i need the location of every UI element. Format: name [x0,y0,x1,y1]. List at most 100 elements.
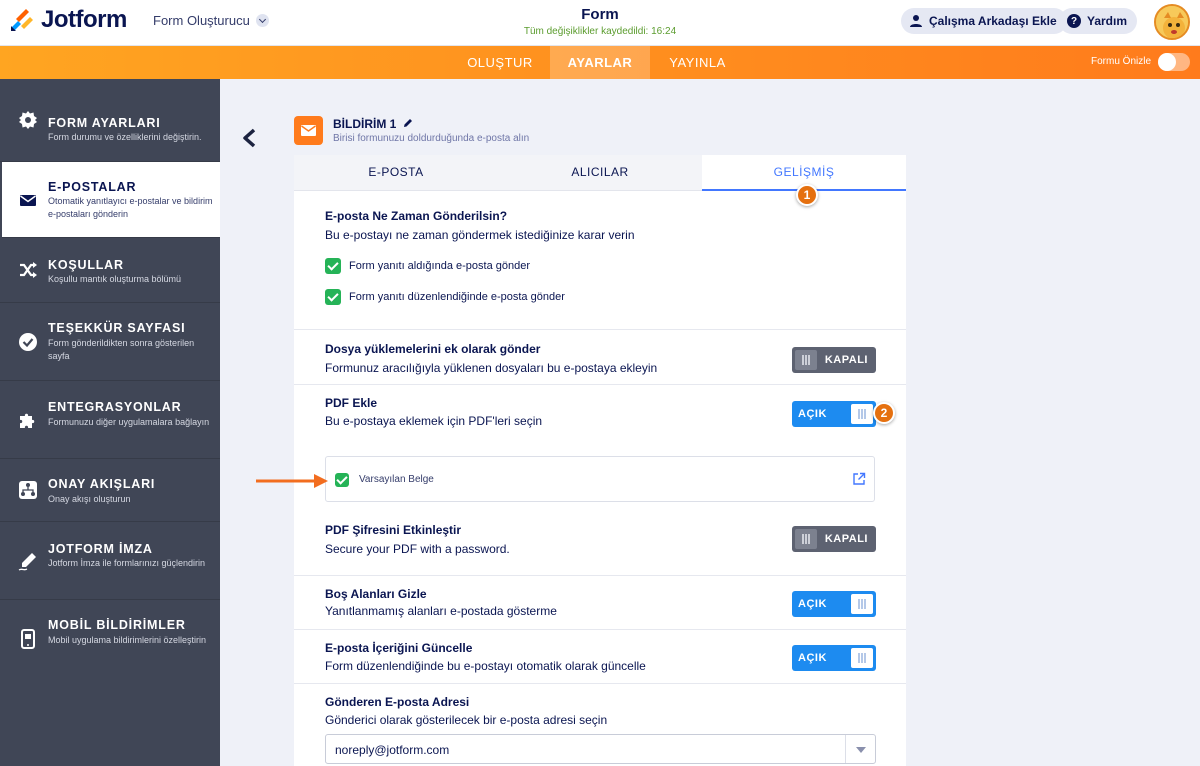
sidebar-item-title: E-POSTALAR [48,180,137,194]
pdf-attach-toggle[interactable]: AÇIK [792,401,876,427]
sidebar-item-desc: Otomatik yanıtlayıcı e-postalar ve bildi… [48,196,213,219]
update-content-section: E-posta İçeriğini Güncelle Form düzenlen… [294,630,906,684]
section-title: E-posta İçeriğini Güncelle [325,641,473,655]
toggle-knob [851,648,873,668]
preview-form-label: Formu Önizle [1091,56,1152,67]
section-desc: Gönderici olarak gösterilecek bir e-post… [325,713,608,727]
checkbox-checked[interactable] [325,289,341,305]
preview-form-toggle[interactable] [1158,53,1190,71]
section-desc: Bu e-postaya eklemek için PDF'leri seçin [325,414,543,428]
pdf-password-toggle[interactable]: KAPALI [792,526,876,552]
toggle-state: AÇIK [798,652,827,664]
notification-title-text: BİLDİRİM 1 [333,117,397,131]
pencil-icon[interactable] [403,118,413,128]
section-desc: Formunuz aracılığıyla yüklenen dosyaları… [325,361,658,375]
add-collaborator-button[interactable]: Çalışma Arkadaşı Ekle [901,8,1067,34]
option-on-edit[interactable]: Form yanıtı düzenlendiğinde e-posta gönd… [325,289,565,305]
add-collaborator-label: Çalışma Arkadaşı Ekle [929,14,1057,28]
sidebar-item-form-settings[interactable]: FORM AYARLARI Form durumu ve özellikleri… [0,79,220,162]
sidebar-item-title: JOTFORM İMZA [48,542,153,556]
sidebar-item-title: KOŞULLAR [48,258,124,272]
envelope-icon [20,194,36,206]
section-desc: Bu e-postayı ne zaman göndermek istediği… [325,228,635,242]
checkbox-checked[interactable] [325,258,341,274]
section-title: PDF Ekle [325,396,378,410]
sidebar-item-desc: Jotform İmza ile formlarınızı güçlendiri… [48,558,206,568]
sidebar-item-title: FORM AYARLARI [48,116,161,130]
section-title: E-posta Ne Zaman Gönderilsin? [325,209,508,223]
section-desc: Form düzenlendiğinde bu e-postayı otomat… [325,659,646,673]
toggle-knob [795,529,817,549]
sidebar-item-approval-flows[interactable]: ONAY AKIŞLARI Onay akışı oluşturun [0,459,220,522]
document-label: Varsayılan Belge [359,474,434,485]
puzzle-icon [20,413,35,428]
notification-envelope-icon [294,116,323,145]
tab-publish[interactable]: YAYINLA [650,46,745,79]
tab-email[interactable]: E-POSTA [294,155,498,191]
sender-email-select[interactable]: noreply@jotform.com [325,734,876,764]
sidebar-item-integrations[interactable]: ENTEGRASYONLAR Formunuzu diğer uygulamal… [0,381,220,459]
sidebar-item-desc: Mobil uygulama bildirimlerini özelleştir… [48,635,207,645]
toggle-knob [851,594,873,614]
gear-icon [19,111,37,129]
advanced-settings-panel: E-POSTA ALICILAR GELİŞMİŞ 1 E-posta Ne Z… [294,155,906,766]
mobile-phone-icon [21,629,35,649]
tab-settings[interactable]: AYARLAR [550,46,650,79]
sidebar-item-conditions[interactable]: KOŞULLAR Koşullu mantık oluşturma bölümü [0,238,220,303]
sidebar-item-jotform-sign[interactable]: JOTFORM İMZA Jotform İmza ile formlarını… [0,522,220,600]
dropdown-arrow-icon[interactable] [845,735,875,763]
attachments-section: Dosya yüklemelerini ek olarak gönder For… [294,330,906,385]
back-arrow-icon[interactable] [240,128,258,148]
toggle-state: KAPALI [824,533,868,545]
option-label: Form yanıtı aldığında e-posta gönder [349,260,530,272]
toggle-state: KAPALI [824,354,868,366]
section-title: Boş Alanları Gizle [325,587,427,601]
section-title: Dosya yüklemelerini ek olarak gönder [325,342,541,356]
send-timing-section: E-posta Ne Zaman Gönderilsin? Bu e-posta… [294,192,906,330]
external-link-icon[interactable] [852,472,866,486]
notification-title[interactable]: BİLDİRİM 1 [333,117,413,131]
toggle-state: AÇIK [798,598,827,610]
sidebar-item-thank-you[interactable]: TEŞEKKÜR SAYFASI Form gönderildikten son… [0,303,220,381]
main-nav: OLUŞTUR AYARLAR YAYINLA Formu Önizle [0,46,1200,79]
user-icon [910,15,922,27]
pdf-document-option[interactable]: Varsayılan Belge [325,456,875,502]
notification-subtitle: Birisi formunuzu doldurduğunda e-posta a… [333,133,530,144]
checkbox-checked[interactable] [335,473,349,487]
approval-flow-icon [19,481,37,499]
sidebar-item-desc: Onay akışı oluşturun [48,494,131,504]
section-title: Gönderen E-posta Adresi [325,695,470,709]
sidebar-item-desc: Form durumu ve özelliklerini değiştirin. [48,132,202,142]
step-badge-2: 2 [873,402,895,424]
tab-build[interactable]: OLUŞTUR [450,46,550,79]
update-content-toggle[interactable]: AÇIK [792,645,876,671]
section-desc: Secure your PDF with a password. [325,542,510,556]
option-on-submit[interactable]: Form yanıtı aldığında e-posta gönder [325,258,530,274]
toggle-knob [795,350,817,370]
settings-sidebar: FORM AYARLARI Form durumu ve özellikleri… [0,79,220,766]
sidebar-item-title: ENTEGRASYONLAR [48,400,182,414]
tab-recipients[interactable]: ALICILAR [498,155,702,191]
top-bar: Jotform Form Oluşturucu Form Tüm değişik… [0,0,1200,46]
check-circle-icon [19,332,37,351]
selected-value: noreply@jotform.com [335,743,450,757]
callout-arrow-icon [256,474,328,488]
help-icon: ? [1067,14,1081,28]
sidebar-item-title: ONAY AKIŞLARI [48,477,156,491]
help-button[interactable]: ? Yardım [1059,8,1138,34]
pdf-password-section: PDF Şifresini Etkinleştir Secure your PD… [294,514,906,576]
email-tabs: E-POSTA ALICILAR GELİŞMİŞ [294,155,906,191]
section-desc: Yanıtlanmamış alanları e-postada gösterm… [325,604,557,618]
sidebar-item-emails[interactable]: E-POSTALAR Otomatik yanıtlayıcı e-postal… [2,162,220,238]
sidebar-item-desc: Koşullu mantık oluşturma bölümü [48,274,182,284]
sidebar-item-desc: Form gönderildikten sonra gösterilen say… [48,338,195,361]
help-label: Yardım [1087,14,1128,28]
attachments-toggle[interactable]: KAPALI [792,347,876,373]
sidebar-item-mobile-notifications[interactable]: MOBİL BİLDİRİMLER Mobil uygulama bildiri… [0,600,220,678]
hide-empty-section: Boş Alanları Gizle Yanıtlanmamış alanlar… [294,576,906,630]
sidebar-item-title: TEŞEKKÜR SAYFASI [48,321,186,335]
toggle-knob [851,404,873,424]
hide-empty-toggle[interactable]: AÇIK [792,591,876,617]
user-avatar[interactable] [1154,4,1190,40]
toggle-state: AÇIK [798,408,827,420]
